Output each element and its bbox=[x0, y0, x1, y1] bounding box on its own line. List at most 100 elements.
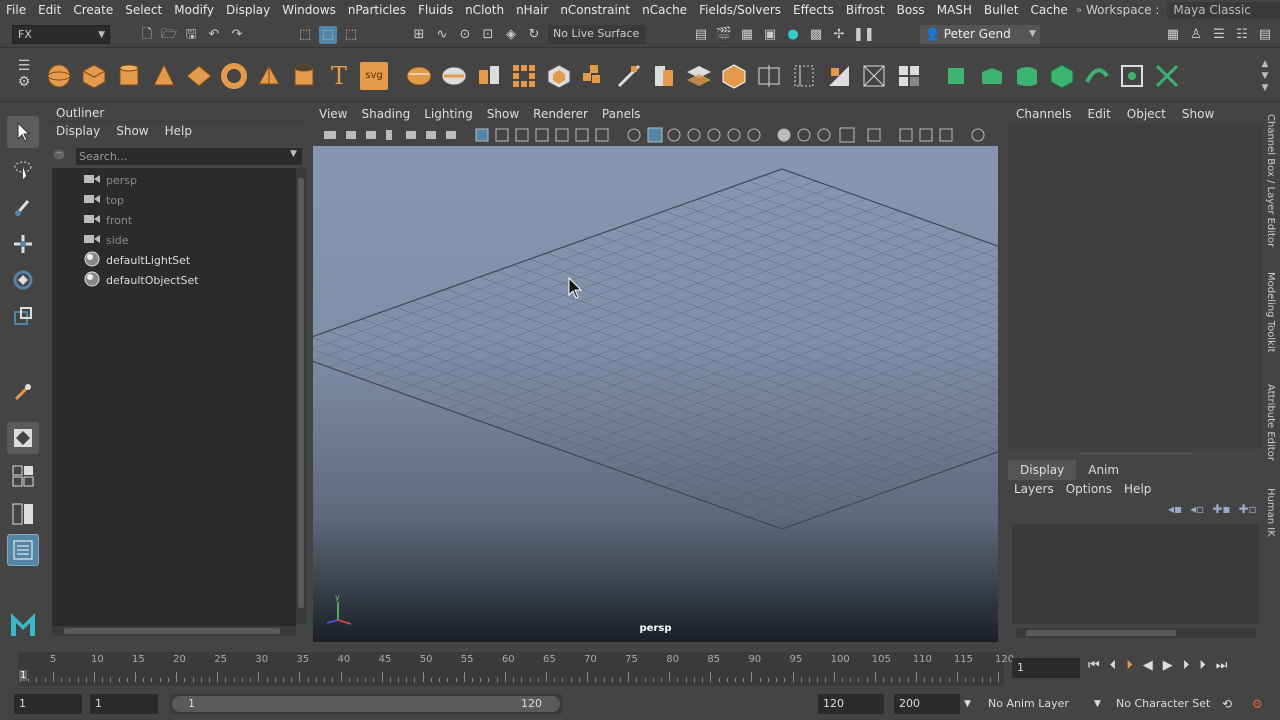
channel-box-icon[interactable]: ▤ bbox=[1256, 26, 1274, 44]
viewport-menu-shading[interactable]: Shading bbox=[354, 104, 417, 124]
current-frame-field[interactable]: 1 bbox=[1012, 658, 1080, 678]
insert-edge-loop-icon[interactable] bbox=[650, 62, 678, 90]
channel-box-menu-channels[interactable]: Channels bbox=[1008, 104, 1080, 124]
grid-layout-icon[interactable] bbox=[895, 62, 923, 90]
outliner-item-side[interactable]: side bbox=[52, 230, 292, 250]
snap-surface-icon[interactable]: ◈ bbox=[502, 26, 520, 44]
menu-modify[interactable]: Modify bbox=[168, 0, 220, 20]
smooth-icon[interactable] bbox=[580, 62, 608, 90]
poly-cone-icon[interactable] bbox=[150, 62, 178, 90]
bridge-icon[interactable] bbox=[510, 62, 538, 90]
outliner-item-defaultObjectSet[interactable]: defaultObjectSet bbox=[52, 270, 292, 290]
four-view-layout-icon[interactable] bbox=[7, 460, 39, 492]
snap-live-icon[interactable]: ↻ bbox=[525, 26, 543, 44]
tab-display[interactable]: Display bbox=[1008, 460, 1077, 480]
move-layer-up-icon[interactable]: ◂▪ bbox=[1168, 502, 1182, 516]
menu-file[interactable]: File bbox=[0, 0, 32, 20]
render-view-icon[interactable]: ▣ bbox=[761, 26, 779, 44]
outliner-horizontal-scrollbar[interactable] bbox=[52, 626, 296, 636]
menu-ncloth[interactable]: nCloth bbox=[459, 0, 510, 20]
shelf-scroll-icon[interactable]: ▲ ▼ ▼ bbox=[1258, 58, 1272, 94]
poly-pyramid-icon[interactable] bbox=[255, 62, 283, 90]
poly-pipe-icon[interactable] bbox=[290, 62, 318, 90]
scale-tool-icon[interactable] bbox=[7, 300, 39, 332]
menuset-selector[interactable]: FX ▼ bbox=[12, 25, 110, 44]
select-object-icon[interactable]: ⬚ bbox=[319, 26, 337, 44]
poly-torus-icon[interactable] bbox=[220, 62, 248, 90]
select-hierarchy-icon[interactable]: ⬚ bbox=[296, 26, 314, 44]
tab-anim[interactable]: Anim bbox=[1076, 460, 1131, 480]
move-tool-icon[interactable] bbox=[7, 228, 39, 260]
outliner-vertical-scrollbar[interactable] bbox=[296, 168, 306, 624]
playback-end-field[interactable]: 120 bbox=[818, 694, 884, 714]
poly-cylinder-icon[interactable] bbox=[115, 62, 143, 90]
snap-grid-icon[interactable]: ⊞ bbox=[410, 26, 428, 44]
outliner-search-input[interactable]: Search... bbox=[76, 148, 302, 165]
outliner-item-top[interactable]: top bbox=[52, 190, 292, 210]
step-forward-key-icon[interactable]: ⏵ bbox=[1183, 658, 1190, 673]
outliner-layout-icon[interactable] bbox=[7, 534, 39, 566]
nparticle-icon[interactable] bbox=[942, 62, 970, 90]
paint-select-icon[interactable] bbox=[7, 192, 39, 224]
workspace-selector[interactable]: Maya Classic bbox=[1167, 1, 1280, 19]
outliner-menu-display[interactable]: Display bbox=[48, 122, 108, 140]
rotate-tool-icon[interactable] bbox=[7, 264, 39, 296]
outliner-item-defaultLightSet[interactable]: defaultLightSet bbox=[52, 250, 292, 270]
viewport-menu-renderer[interactable]: Renderer bbox=[526, 104, 595, 124]
viewport-menu-view[interactable]: View bbox=[312, 104, 354, 124]
layer-menu-help[interactable]: Help bbox=[1118, 480, 1157, 498]
last-tool-icon[interactable] bbox=[7, 376, 39, 408]
slide-edge-icon[interactable] bbox=[790, 62, 818, 90]
menu-effects[interactable]: Effects bbox=[787, 0, 840, 20]
new-layer-icon[interactable]: ✚▪ bbox=[1212, 502, 1230, 516]
menu-bifrost[interactable]: Bifrost bbox=[840, 0, 891, 20]
poly-cube-icon[interactable] bbox=[80, 62, 108, 90]
play-backward-icon[interactable]: ◀ bbox=[1143, 658, 1153, 673]
menu-mash[interactable]: MASH bbox=[931, 0, 978, 20]
render-settings-icon[interactable]: ▤ bbox=[692, 26, 710, 44]
nconstraint-icon[interactable] bbox=[1153, 62, 1181, 90]
viewport-menu-lighting[interactable]: Lighting bbox=[417, 104, 480, 124]
render-frame-icon[interactable]: 🎬 bbox=[715, 26, 733, 44]
outliner-item-front[interactable]: front bbox=[52, 210, 292, 230]
step-forward-frame-icon[interactable]: ⏵ bbox=[1199, 658, 1206, 673]
menu-nparticles[interactable]: nParticles bbox=[342, 0, 412, 20]
outliner-menu-show[interactable]: Show bbox=[108, 122, 156, 140]
render-setup-icon[interactable]: ▩ bbox=[807, 26, 825, 44]
channel-box-menu-edit[interactable]: Edit bbox=[1080, 104, 1119, 124]
bounding-box-icon[interactable] bbox=[860, 62, 888, 90]
scrollbar-thumb[interactable] bbox=[64, 628, 280, 634]
side-tab-attribute-editor[interactable]: Attribute Editor bbox=[1265, 384, 1276, 461]
poly-sphere-icon[interactable] bbox=[45, 62, 73, 90]
channel-box-menu-show[interactable]: Show bbox=[1174, 104, 1222, 124]
undo-icon[interactable]: ↶ bbox=[205, 26, 223, 44]
pause-viewport-icon[interactable]: ❚❚ bbox=[853, 26, 875, 44]
light-editor-icon[interactable]: ✢ bbox=[830, 26, 848, 44]
svg-tool-icon[interactable]: svg bbox=[360, 62, 388, 90]
channel-box-menu-object[interactable]: Object bbox=[1119, 104, 1174, 124]
auto-key-icon[interactable]: ⟲ bbox=[1222, 695, 1232, 713]
menu-boss[interactable]: Boss bbox=[891, 0, 931, 20]
end-frame-field[interactable]: 200 bbox=[894, 694, 960, 714]
human-ik-icon[interactable]: ♙ bbox=[1187, 26, 1205, 44]
passive-collider-icon[interactable] bbox=[1013, 62, 1041, 90]
viewport-menu-show[interactable]: Show bbox=[480, 104, 526, 124]
combine-icon[interactable] bbox=[405, 62, 433, 90]
separate-icon[interactable] bbox=[440, 62, 468, 90]
menu-ncache[interactable]: nCache bbox=[636, 0, 693, 20]
step-back-frame-icon[interactable]: ⏴ bbox=[1110, 658, 1117, 673]
live-surface-field[interactable]: No Live Surface bbox=[548, 25, 646, 44]
current-time-marker[interactable]: 1 bbox=[19, 670, 28, 681]
side-tab-channel-box-layer-editor[interactable]: Channel Box / Layer Editor bbox=[1265, 114, 1276, 247]
ncloth-icon[interactable] bbox=[978, 62, 1006, 90]
snap-view-icon[interactable]: ⊡ bbox=[479, 26, 497, 44]
menu-windows[interactable]: Windows bbox=[276, 0, 342, 20]
chevron-down-icon[interactable]: ▼ bbox=[290, 149, 297, 159]
range-slider[interactable]: 1 120 bbox=[170, 694, 562, 714]
save-scene-icon[interactable]: 🖫 bbox=[182, 26, 200, 44]
menu-select[interactable]: Select bbox=[119, 0, 168, 20]
menu-fieldssolvers[interactable]: Fields/Solvers bbox=[693, 0, 787, 20]
menu-cache[interactable]: Cache bbox=[1024, 0, 1073, 20]
mirror-icon[interactable] bbox=[755, 62, 783, 90]
user-account-menu[interactable]: 👤 Peter Gend ▼ bbox=[920, 25, 1040, 44]
